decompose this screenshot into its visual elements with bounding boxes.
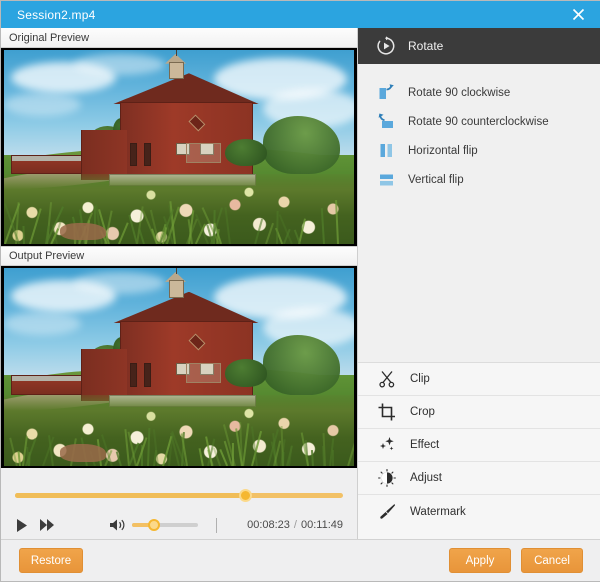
controls-divider bbox=[216, 518, 217, 533]
play-button[interactable] bbox=[15, 518, 29, 533]
time-display: 00:08:23 / 00:11:49 bbox=[247, 519, 343, 531]
scissors-icon bbox=[378, 370, 396, 388]
grass-blade bbox=[29, 208, 42, 244]
rotate-cw-icon bbox=[378, 84, 395, 101]
grass-blade bbox=[115, 451, 121, 466]
fast-forward-icon bbox=[39, 518, 55, 532]
footer-bar: Restore Apply Cancel bbox=[1, 539, 600, 581]
time-separator: / bbox=[294, 519, 297, 531]
rotate-cw-label: Rotate 90 clockwise bbox=[408, 87, 510, 99]
grass-blade bbox=[9, 437, 18, 466]
apply-button[interactable]: Apply bbox=[449, 548, 511, 573]
grass-blade bbox=[265, 223, 274, 244]
output-video-frame bbox=[1, 266, 357, 468]
volume-slider[interactable] bbox=[132, 523, 198, 527]
grass-blade bbox=[254, 218, 263, 244]
barn-photo bbox=[4, 50, 354, 244]
grass-blade bbox=[242, 423, 249, 466]
grass-blade bbox=[347, 429, 354, 466]
volume-handle[interactable] bbox=[148, 519, 160, 531]
tool-label-crop: Crop bbox=[410, 406, 435, 418]
tool-options-list: Clip Crop Effect Adjust Watermark bbox=[358, 362, 600, 528]
play-icon bbox=[15, 518, 29, 533]
rotate-ccw-item[interactable]: Rotate 90 counterclockwise bbox=[358, 107, 600, 136]
tool-item-adjust[interactable]: Adjust bbox=[358, 462, 600, 495]
grass-blade bbox=[129, 215, 139, 244]
total-time: 00:11:49 bbox=[301, 519, 343, 531]
output-preview-label: Output Preview bbox=[1, 246, 357, 266]
progress-handle[interactable] bbox=[239, 489, 252, 502]
grass-blade bbox=[332, 450, 334, 466]
sparkle-icon bbox=[378, 436, 396, 454]
crop-icon bbox=[378, 403, 396, 421]
volume-button[interactable] bbox=[109, 518, 126, 532]
rotate-panel-title: Rotate bbox=[408, 39, 443, 53]
player-controls: 00:08:23 / 00:11:49 bbox=[1, 481, 357, 541]
progress-slider[interactable] bbox=[15, 493, 343, 498]
video-editor-window: Session2.mp4 Original Preview Output Pre… bbox=[0, 0, 600, 582]
rotate-ccw-icon bbox=[378, 113, 395, 130]
tool-label-clip: Clip bbox=[410, 373, 430, 385]
flip-vertical-icon bbox=[378, 171, 395, 188]
tool-label-watermark: Watermark bbox=[410, 506, 466, 518]
transport-row: 00:08:23 / 00:11:49 bbox=[1, 511, 357, 539]
original-preview-label: Original Preview bbox=[1, 28, 357, 48]
tool-item-watermark[interactable]: Watermark bbox=[358, 495, 600, 528]
tool-item-crop[interactable]: Crop bbox=[358, 396, 600, 429]
tool-item-clip[interactable]: Clip bbox=[358, 363, 600, 396]
title-bar: Session2.mp4 bbox=[1, 1, 600, 28]
progress-fill bbox=[15, 493, 245, 498]
grass-blade bbox=[147, 428, 150, 466]
speaker-icon bbox=[109, 518, 126, 532]
window-title: Session2.mp4 bbox=[17, 8, 95, 22]
grass-blade bbox=[224, 207, 231, 244]
rotate-panel-header[interactable]: Rotate bbox=[358, 28, 600, 64]
grass-blade bbox=[139, 228, 146, 244]
grass-blade bbox=[301, 433, 309, 466]
preview-column: Original Preview Output Preview 00:08:23… bbox=[1, 28, 357, 541]
rotate-options-list: Rotate 90 clockwise Rotate 90 counterclo… bbox=[358, 64, 600, 194]
flip-horizontal-icon bbox=[378, 142, 395, 159]
fast-forward-button[interactable] bbox=[39, 518, 55, 532]
current-time: 00:08:23 bbox=[247, 519, 290, 531]
flip-horizontal-item[interactable]: Horizontal flip bbox=[358, 136, 600, 165]
flip-vertical-item[interactable]: Vertical flip bbox=[358, 165, 600, 194]
grass-blade bbox=[282, 452, 284, 466]
grass-blade bbox=[321, 208, 325, 244]
tool-label-adjust: Adjust bbox=[410, 472, 442, 484]
original-video[interactable] bbox=[4, 50, 354, 244]
grass-blade bbox=[322, 446, 325, 466]
grass-blade bbox=[18, 451, 21, 466]
flip-horizontal-label: Horizontal flip bbox=[408, 145, 478, 157]
restore-button[interactable]: Restore bbox=[19, 548, 83, 573]
rotate-ccw-label: Rotate 90 counterclockwise bbox=[408, 116, 549, 128]
grass-blade bbox=[335, 200, 339, 244]
grass-blade bbox=[311, 450, 314, 466]
tool-label-effect: Effect bbox=[410, 439, 439, 451]
grass-blade bbox=[118, 223, 129, 244]
flip-vertical-label: Vertical flip bbox=[408, 174, 464, 186]
close-icon bbox=[572, 8, 585, 21]
close-button[interactable] bbox=[563, 1, 593, 28]
grass-blade bbox=[22, 226, 25, 244]
cancel-button[interactable]: Cancel bbox=[521, 548, 583, 573]
output-video[interactable] bbox=[4, 268, 354, 466]
rotate-cw-item[interactable]: Rotate 90 clockwise bbox=[358, 78, 600, 107]
tools-panel: Rotate Rotate 90 clockwise Rotate 90 cou… bbox=[357, 28, 600, 541]
original-video-frame bbox=[1, 48, 357, 246]
panel-spacer bbox=[358, 194, 600, 362]
barn-photo-output bbox=[4, 268, 354, 466]
tool-item-effect[interactable]: Effect bbox=[358, 429, 600, 462]
brush-icon bbox=[378, 503, 396, 521]
rotate-play-icon bbox=[376, 36, 396, 56]
brightness-icon bbox=[378, 469, 396, 487]
grass-blade bbox=[198, 448, 203, 466]
